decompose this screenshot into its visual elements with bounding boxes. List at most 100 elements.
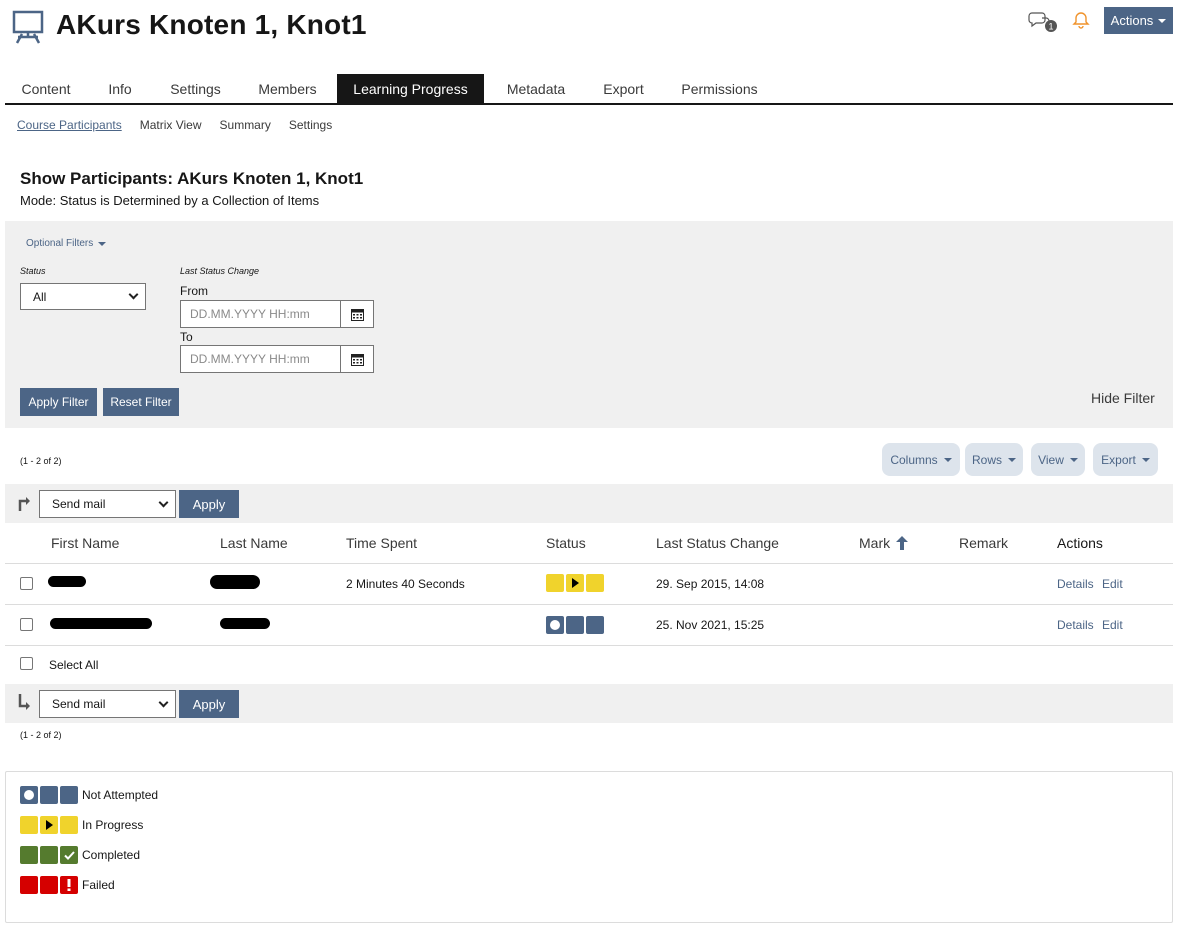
rows-label: Rows [971,452,1002,467]
row-divider [5,563,1173,564]
edit-link[interactable]: Edit [1102,618,1123,632]
time-spent-cell: 2 Minutes 40 Seconds [346,577,465,591]
legend-label: Not Attempted [82,788,159,802]
details-link[interactable]: Details [1057,618,1094,632]
status-not-attempted-icon [20,786,78,804]
legend-label: Completed [82,848,141,862]
result-count-top: (1 - 2 of 2) [20,456,62,466]
status-completed-icon [20,846,78,864]
mode-description: Mode: Status is Determined by a Collecti… [20,193,320,208]
status-in-progress-icon [546,574,604,592]
main-tabs: Content Info Settings Members Learning P… [5,74,1173,105]
sub-tabs: Course Participants Matrix View Summary … [17,118,332,132]
col-mark[interactable]: Mark [859,535,909,551]
result-count-bottom: (1 - 2 of 2) [20,730,62,740]
row-checkbox[interactable] [20,577,33,590]
export-label: Export [1101,452,1136,467]
caret-down-icon [1141,457,1150,462]
chevron-down-icon [158,697,169,707]
status-not-attempted-icon [546,616,604,634]
export-control[interactable]: Export [1093,443,1158,476]
apply-command-button-top[interactable]: Apply [179,490,239,518]
columns-label: Columns [890,452,938,467]
columns-control[interactable]: Columns [882,443,960,476]
page-title: AKurs Knoten 1, Knot1 [56,9,367,40]
multi-command-select-bottom[interactable]: Send mail [39,690,176,718]
chevron-down-icon [128,289,139,300]
status-legend [5,771,1173,923]
from-date-input[interactable]: DD.MM.YYYY HH:mm [180,300,341,328]
chevron-down-icon [158,497,169,507]
subtab-course-participants[interactable]: Course Participants [17,118,122,132]
actions-dropdown-button[interactable]: Actions [1104,7,1173,34]
from-label: From [180,284,208,298]
tab-content[interactable]: Content [5,74,87,103]
status-failed-icon [20,876,78,894]
arrow-up-right-icon [17,495,31,516]
last-status-change-cell: 25. Nov 2021, 15:25 [656,618,765,632]
sort-ascending-icon [896,536,909,550]
legend-not-attempted: Not Attempted [20,786,158,804]
apply-command-button-bottom[interactable]: Apply [179,690,239,718]
from-date-placeholder: DD.MM.YYYY HH:mm [190,307,310,321]
legend-in-progress: In Progress [20,816,143,834]
from-calendar-button[interactable] [340,300,374,328]
tab-settings[interactable]: Settings [153,74,238,103]
col-time-spent[interactable]: Time Spent [346,535,417,551]
view-control[interactable]: View [1031,443,1085,476]
optional-filters-label: Optional Filters [26,238,94,249]
redacted-last-name [210,575,260,589]
arrow-down-right-icon [17,694,31,717]
to-date-input[interactable]: DD.MM.YYYY HH:mm [180,345,341,373]
tab-export[interactable]: Export [588,74,659,103]
col-status[interactable]: Status [546,535,586,551]
row-checkbox[interactable] [20,618,33,631]
subtab-summary[interactable]: Summary [220,118,271,132]
caret-down-icon [1008,457,1016,462]
col-last-name[interactable]: Last Name [220,535,288,551]
legend-label: In Progress [82,818,144,832]
tab-info[interactable]: Info [87,74,153,103]
chat-badge: 1 [1048,22,1053,32]
tab-learning-progress[interactable]: Learning Progress [337,74,484,103]
subtab-matrix-view[interactable]: Matrix View [140,118,202,132]
tab-metadata[interactable]: Metadata [484,74,588,103]
hide-filter-link[interactable]: Hide Filter [1091,390,1155,406]
to-date-placeholder: DD.MM.YYYY HH:mm [190,352,310,366]
col-last-status-change[interactable]: Last Status Change [656,535,779,551]
redacted-last-name [220,618,270,629]
multi-command-select-top[interactable]: Send mail [39,490,176,518]
tab-members[interactable]: Members [238,74,337,103]
legend-label: Failed [82,878,115,892]
calendar-icon [350,353,364,366]
section-title: Show Participants: AKurs Knoten 1, Knot1 [20,169,364,188]
bell-icon[interactable] [1072,11,1090,29]
chat-icon[interactable]: 1 [1028,10,1060,34]
col-remark[interactable]: Remark [959,535,1008,551]
last-status-change-cell: 29. Sep 2015, 14:08 [656,577,765,591]
apply-filter-button[interactable]: Apply Filter [20,388,97,416]
view-label: View [1038,452,1064,467]
reset-filter-button[interactable]: Reset Filter [103,388,179,416]
optional-filters-toggle[interactable]: Optional Filters [26,238,107,249]
status-filter-select[interactable]: All [20,283,146,310]
col-first-name[interactable]: First Name [51,535,119,551]
redacted-first-name [48,576,86,587]
row-divider [5,645,1173,646]
calendar-icon [350,308,364,321]
subtab-settings[interactable]: Settings [289,118,332,132]
select-all-checkbox[interactable] [20,657,33,670]
caret-down-icon [98,241,107,246]
details-link[interactable]: Details [1057,577,1094,591]
to-calendar-button[interactable] [340,345,374,373]
legend-completed: Completed [20,846,140,864]
course-icon [12,10,44,44]
redacted-first-name [50,618,152,629]
multi-command-value: Send mail [52,697,106,711]
tab-permissions[interactable]: Permissions [659,74,780,103]
rows-control[interactable]: Rows [965,443,1023,476]
status-filter-label: Status [20,266,46,276]
edit-link[interactable]: Edit [1102,577,1123,591]
col-actions: Actions [1057,535,1103,551]
to-label: To [180,330,193,344]
